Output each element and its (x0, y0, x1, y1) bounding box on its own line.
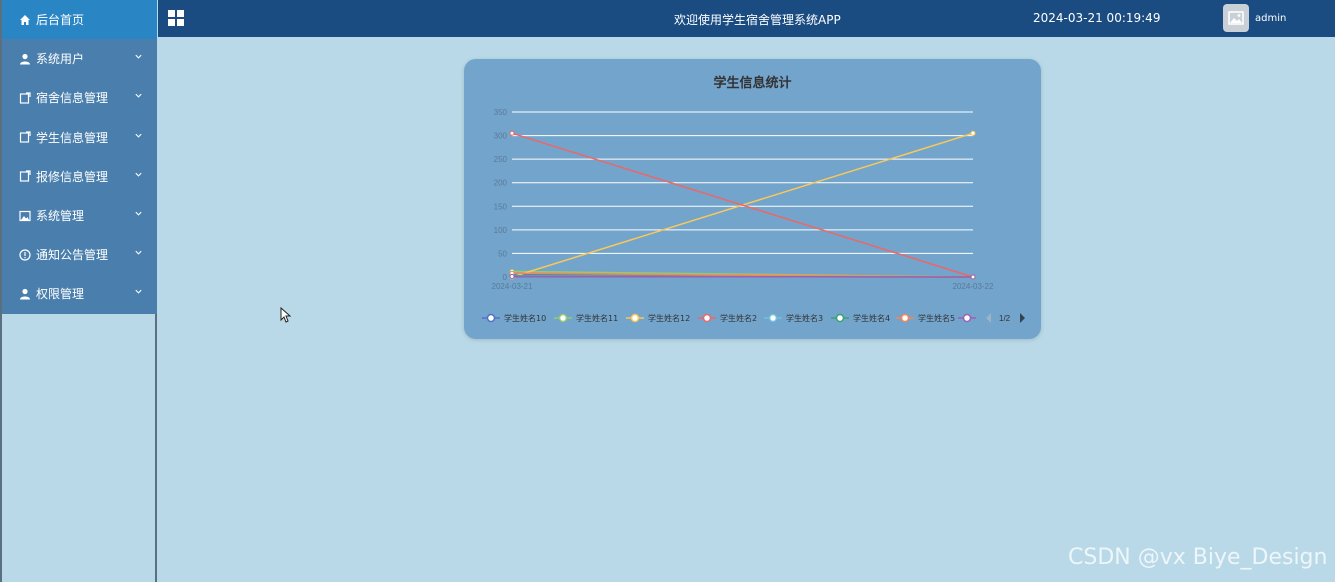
avatar[interactable] (1223, 4, 1249, 32)
y-tick-label: 100 (494, 226, 508, 235)
document-icon (18, 91, 32, 105)
legend-label: 学生姓名5 (918, 313, 955, 323)
sidebar-item-6[interactable]: 通知公告管理 (2, 235, 157, 274)
user-icon (18, 287, 32, 301)
chart-card: 学生信息统计 0 50 100 150 200 250 300 350 2024-03-21 20… (464, 59, 1041, 339)
legend-marker (486, 313, 496, 323)
chevron-down-icon[interactable] (134, 170, 143, 179)
chevron-down-icon[interactable] (134, 209, 143, 218)
data-point (509, 130, 515, 136)
data-point (509, 274, 515, 280)
sidebar-item-4[interactable]: 报修信息管理 (2, 157, 157, 196)
mouse-cursor-icon (280, 307, 292, 323)
y-tick-label: 250 (494, 155, 508, 164)
legend-label: 学生姓名11 (576, 313, 618, 323)
document-icon (18, 130, 32, 144)
sidebar-item-0[interactable]: 后台首页 (2, 0, 157, 40)
image-icon (1228, 11, 1244, 25)
data-point (970, 130, 976, 136)
sidebar-item-label: 报修信息管理 (36, 169, 109, 184)
data-point (970, 274, 976, 280)
y-tick-label: 0 (503, 273, 508, 282)
document-icon (18, 169, 32, 183)
chevron-down-icon[interactable] (134, 131, 143, 140)
sidebar-item-label: 系统管理 (36, 209, 85, 224)
legend-marker (702, 313, 712, 323)
y-tick-label: 150 (494, 202, 508, 211)
legend-label: 学生姓名10 (504, 313, 546, 323)
welcome-text: 欢迎使用学生宿舍管理系统APP (674, 13, 841, 27)
chevron-down-icon[interactable] (134, 52, 143, 61)
legend-marker (558, 313, 568, 323)
image-icon (18, 209, 32, 223)
legend-marker (835, 313, 845, 323)
chevron-down-icon[interactable] (134, 91, 143, 100)
legend-label: 学生姓名12 (648, 313, 690, 323)
chevron-down-icon[interactable] (134, 287, 143, 296)
legend-marker (962, 313, 972, 323)
x-tick-label: 2024-03-21 (492, 282, 533, 291)
legend-label: 学生姓名4 (853, 313, 890, 323)
sidebar-item-3[interactable]: 学生信息管理 (2, 118, 157, 157)
datetime: 2024-03-21 00:19:49 (1033, 11, 1161, 25)
sidebar-item-label: 后台首页 (36, 13, 85, 28)
top-bar: 欢迎使用学生宿舍管理系统APP 2024-03-21 00:19:49 admi… (158, 0, 1335, 37)
chevron-down-icon[interactable] (134, 248, 143, 257)
legend-marker (768, 313, 778, 323)
y-tick-label: 200 (494, 179, 508, 188)
sidebar: 后台首页系统用户宿舍信息管理 学生信息管理 报修信息管理 系统管理通知公告管理 权限管理 (0, 0, 157, 582)
legend-label: 学生姓名3 (786, 313, 823, 323)
username[interactable]: admin (1255, 13, 1286, 24)
sidebar-item-2[interactable]: 宿舍信息管理 (2, 78, 157, 117)
sidebar-item-label: 权限管理 (36, 287, 85, 302)
grid-menu-icon[interactable] (168, 10, 184, 26)
legend-next-icon (1020, 313, 1025, 323)
home-icon (18, 13, 32, 27)
x-tick-label: 2024-03-22 (953, 282, 994, 291)
y-tick-label: 300 (494, 132, 508, 141)
sidebar-item-label: 宿舍信息管理 (36, 91, 109, 106)
line-chart: 0 50 100 150 200 250 300 350 2024-03-21 2024-03-2… (482, 108, 1025, 323)
legend-label: 学生姓名2 (720, 313, 757, 323)
watermark-text: CSDN @vx Biye_Design (1068, 545, 1328, 570)
info-circle-icon (18, 248, 32, 262)
y-tick-label: 350 (494, 108, 508, 117)
legend-prev-icon (986, 313, 991, 323)
sidebar-item-label: 系统用户 (36, 52, 85, 67)
legend-marker (900, 313, 910, 323)
sidebar-item-1[interactable]: 系统用户 (2, 39, 157, 78)
sidebar-item-5[interactable]: 系统管理 (2, 196, 157, 235)
legend-marker (630, 313, 640, 323)
sidebar-item-label: 通知公告管理 (36, 248, 109, 263)
sidebar-menu: 后台首页系统用户宿舍信息管理 学生信息管理 报修信息管理 系统管理通知公告管理 权限管理 (2, 0, 157, 314)
y-tick-label: 50 (498, 249, 507, 258)
sidebar-item-label: 学生信息管理 (36, 130, 109, 145)
sidebar-item-7[interactable]: 权限管理 (2, 274, 157, 313)
user-icon (18, 52, 32, 66)
legend-pager-text: 1/2 (999, 314, 1011, 323)
